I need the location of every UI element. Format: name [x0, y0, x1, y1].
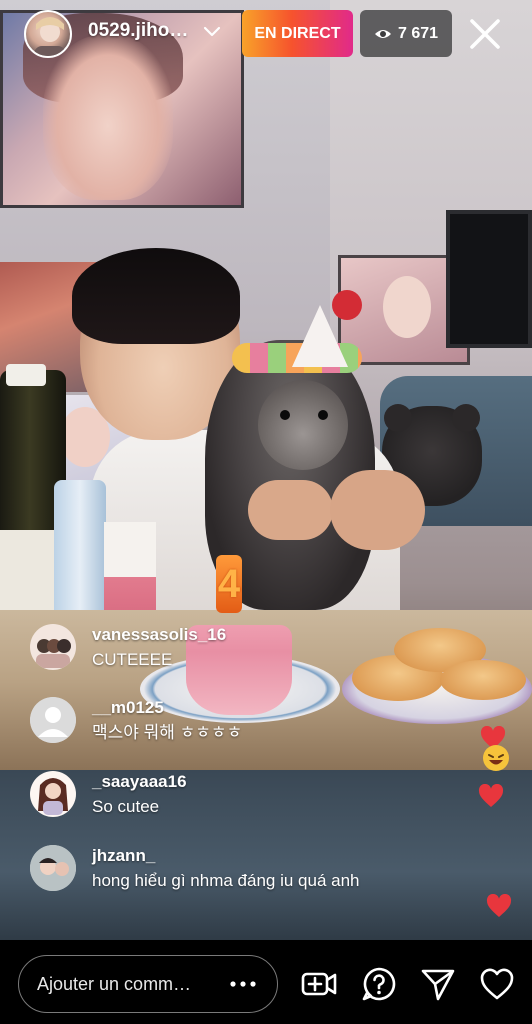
comment-text: So cutee [92, 797, 160, 816]
comment-username[interactable]: vanessasolis_16 [92, 624, 226, 646]
question-icon[interactable] [361, 966, 397, 1002]
comment-username[interactable]: _saayaaa16 [92, 771, 187, 793]
candle-number: 4 [217, 561, 241, 606]
heart-reaction-icon [486, 894, 512, 917]
floating-reactions [476, 726, 516, 926]
comment-username[interactable]: __m0125 [92, 697, 242, 719]
laughing-emoji-icon [483, 745, 509, 771]
comment-item: __m0125 맥스야 뭐해 ㅎㅎㅎㅎ [30, 697, 242, 745]
comment-input[interactable] [37, 973, 195, 995]
bottle-cap [6, 364, 46, 386]
heart-icon[interactable] [479, 966, 515, 1002]
heart-reaction-icon [478, 784, 504, 807]
eye-icon [374, 29, 391, 38]
viewer-count: 7 671 [397, 24, 439, 42]
comment-item: vanessasolis_16 CUTEEEE [30, 624, 226, 672]
host-username[interactable]: 0529.jiho… [88, 20, 188, 42]
milk-carton [104, 522, 156, 622]
comment-item: _saayaaa16 So cutee [30, 771, 187, 819]
comment-avatar[interactable] [30, 845, 76, 891]
live-badge: EN DIRECT [242, 10, 353, 57]
dog-face [258, 380, 348, 470]
comment-avatar[interactable] [30, 697, 76, 743]
host-avatar[interactable] [24, 10, 72, 58]
hand-left [248, 480, 333, 540]
comment-text: hong hiểu gì nhma đáng iu quá anh [92, 871, 360, 890]
chevron-down-icon[interactable] [203, 23, 221, 41]
close-icon[interactable] [466, 15, 504, 53]
comment-item: jhzann_ hong hiểu gì nhma đáng iu quá an… [30, 845, 360, 893]
comment-text: CUTEEEE [92, 650, 173, 669]
hat-pompom [332, 290, 362, 320]
comment-username[interactable]: jhzann_ [92, 845, 360, 867]
bun [440, 660, 526, 700]
comment-avatar[interactable] [30, 624, 76, 670]
comment-text: 맥스야 뭐해 ㅎㅎㅎㅎ [92, 723, 243, 742]
viewer-count-badge[interactable]: 7 671 [360, 10, 452, 57]
send-icon[interactable] [420, 966, 456, 1002]
monitor [446, 210, 532, 348]
add-guest-icon[interactable] [301, 966, 337, 1002]
more-dots-icon[interactable] [228, 975, 258, 993]
hand-right [330, 470, 425, 550]
boy-hair [72, 248, 240, 344]
comment-avatar[interactable] [30, 771, 76, 817]
